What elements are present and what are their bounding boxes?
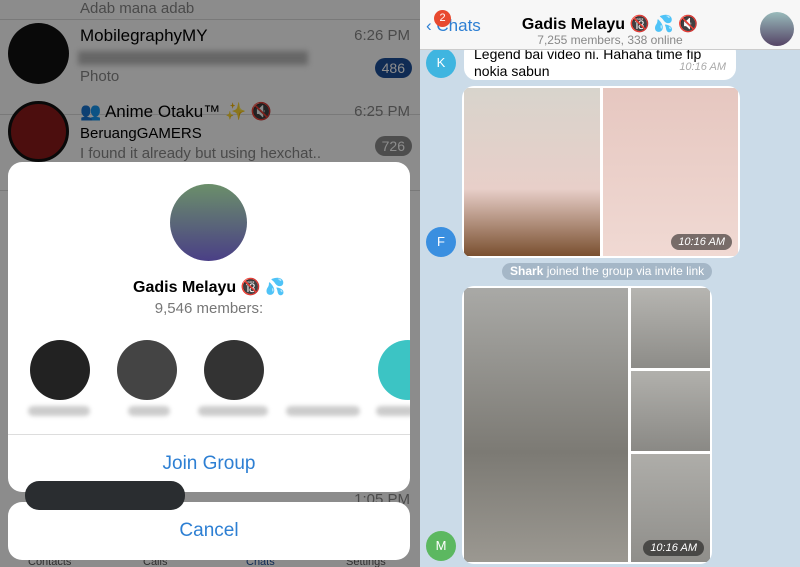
chat-subtitle: 7,255 members, 338 online bbox=[537, 33, 683, 47]
member-avatar bbox=[378, 340, 410, 400]
group-avatar[interactable] bbox=[760, 12, 794, 46]
photo-album[interactable]: 10:16 AM bbox=[462, 86, 740, 258]
photo[interactable] bbox=[603, 88, 738, 256]
member-name bbox=[286, 406, 360, 416]
message-text: Legend bai video ni. Hahaha time fip nok… bbox=[474, 46, 702, 79]
chat-list-panel: Adab mana adab MobilegraphyMY 6:26 PM Ph… bbox=[0, 0, 420, 567]
user-avatar[interactable]: M bbox=[426, 531, 456, 561]
service-message: Shark joined the group via invite link bbox=[502, 263, 713, 280]
member-avatar bbox=[204, 340, 264, 400]
join-group-dialog: Gadis Melayu 🔞 💦 9,546 members: Join Gro… bbox=[8, 162, 410, 492]
user-avatar[interactable]: K bbox=[426, 48, 456, 78]
chat-header: ‹ Chats 2 Gadis Melayu 🔞 💦 🔇 7,255 membe… bbox=[420, 0, 800, 50]
cancel-button[interactable]: Cancel bbox=[8, 502, 410, 560]
member-avatar bbox=[30, 340, 90, 400]
message-time: 10:16 AM bbox=[643, 540, 704, 556]
chat-title[interactable]: Gadis Melayu 🔞 💦 🔇 bbox=[420, 14, 800, 34]
photo[interactable] bbox=[631, 288, 710, 368]
group-chat-panel: ‹ Chats 2 Gadis Melayu 🔞 💦 🔇 7,255 membe… bbox=[420, 0, 800, 567]
member-name bbox=[128, 406, 170, 416]
user-avatar[interactable]: F bbox=[426, 227, 456, 257]
member-name bbox=[198, 406, 268, 416]
service-text: joined the group via invite link bbox=[543, 264, 705, 278]
member-avatar bbox=[117, 340, 177, 400]
photo[interactable] bbox=[464, 88, 600, 256]
message-time: 10:16 AM bbox=[679, 61, 726, 73]
photo[interactable] bbox=[464, 288, 628, 562]
redaction-mark bbox=[25, 481, 185, 510]
message-time: 10:16 AM bbox=[671, 234, 732, 250]
photo-album[interactable]: 10:16 AM bbox=[462, 286, 712, 564]
service-user[interactable]: Shark bbox=[510, 264, 543, 278]
photo[interactable] bbox=[631, 371, 710, 451]
group-avatar bbox=[170, 184, 247, 261]
member-name bbox=[28, 406, 90, 416]
member-count: 9,546 members: bbox=[154, 300, 264, 317]
member-name bbox=[376, 406, 410, 416]
group-title: Gadis Melayu 🔞 💦 bbox=[133, 279, 285, 296]
